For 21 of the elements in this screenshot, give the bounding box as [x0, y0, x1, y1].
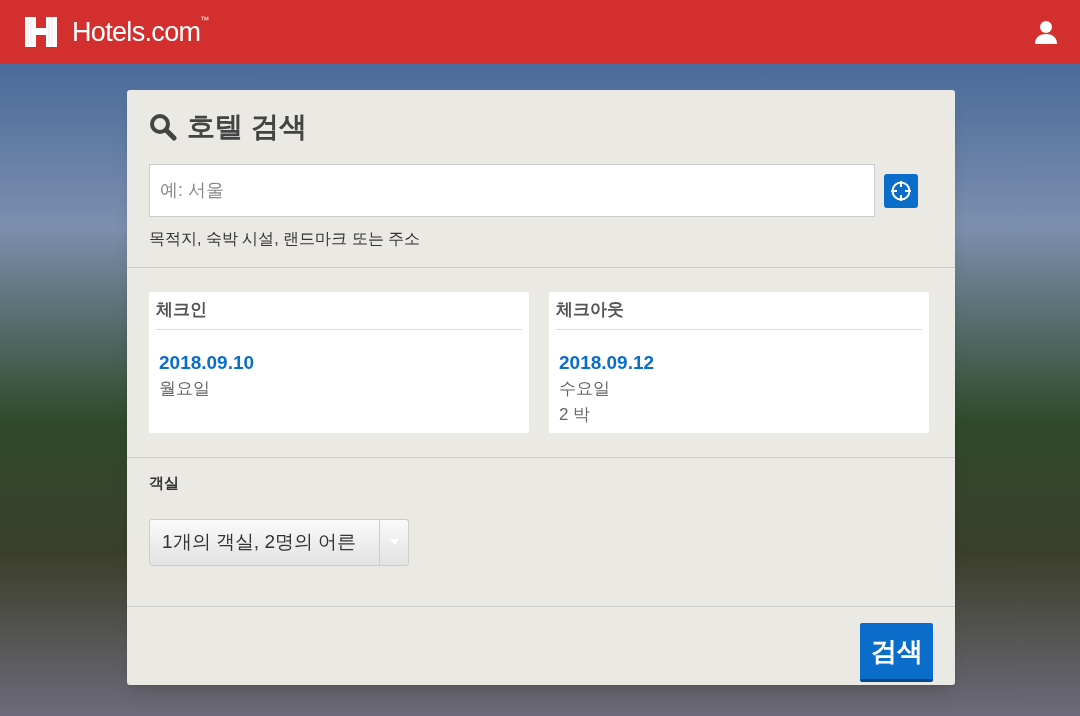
date-card[interactable]: 체크인 2018.09.10 월요일 [149, 292, 529, 433]
nights-count: 2 박 [559, 403, 591, 426]
rooms-label: 객실 [149, 473, 180, 493]
search-icon [149, 113, 177, 141]
date-card[interactable]: 체크아웃 2018.09.12 수요일 2 박 [549, 292, 929, 433]
user-icon[interactable] [1034, 20, 1058, 44]
date-value: 2018.09.12 [559, 350, 655, 375]
logo-text[interactable]: Hotels.com [72, 11, 201, 53]
date-label: 체크아웃 [556, 292, 922, 330]
date-value: 2018.09.10 [159, 350, 255, 375]
weekday: 월요일 [159, 377, 210, 400]
panel-title: 호텔 검색 [187, 110, 307, 144]
destination-field[interactable]: 예: 서울 [149, 164, 875, 217]
search-button[interactable]: 검색 [860, 623, 933, 682]
destination-hint: 목적지, 숙박 시설, 랜드마크 또는 주소 [149, 229, 422, 249]
weekday: 수요일 [559, 377, 610, 400]
locate-button[interactable] [884, 173, 918, 208]
date-label: 체크인 [156, 292, 522, 330]
trademark: ™ [200, 13, 210, 27]
crosshair-icon [890, 179, 912, 202]
rooms-dropdown[interactable]: 1개의 객실, 2명의 어른 [149, 518, 409, 566]
